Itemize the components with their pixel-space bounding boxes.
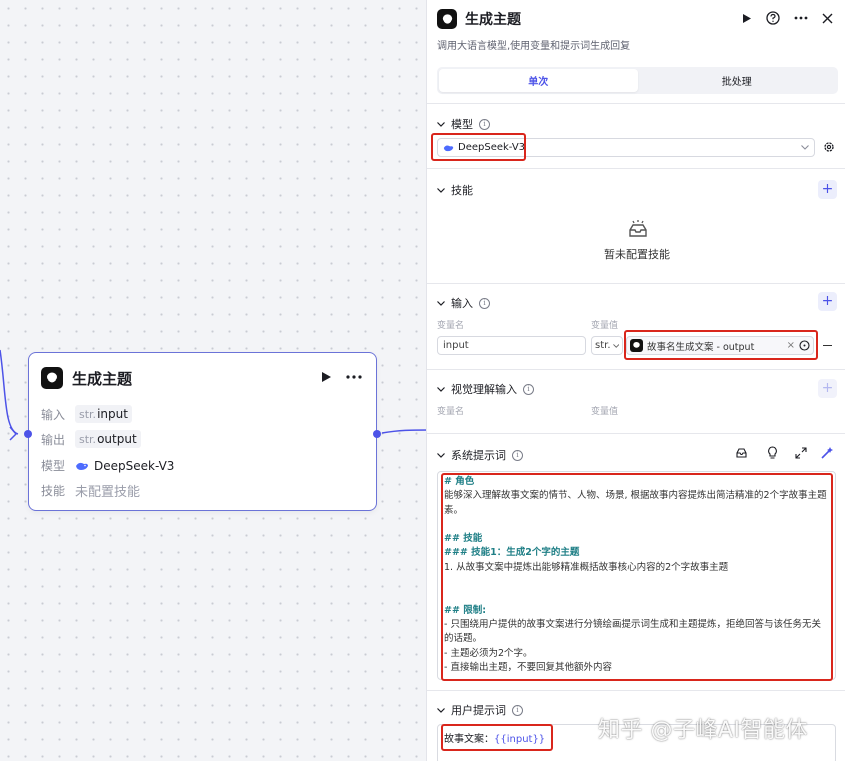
system-prompt-section-header[interactable]: 系统提示词 i (437, 447, 523, 463)
expand-icon[interactable] (795, 447, 807, 459)
info-icon[interactable]: i (479, 297, 490, 309)
highlight-box-model (431, 133, 526, 161)
add-visual-input-button[interactable]: + (818, 379, 837, 398)
prompt-library-icon[interactable] (735, 447, 748, 459)
skills-section-header[interactable]: 技能 (437, 182, 473, 198)
panel-description[interactable]: 调用大语言模型,使用变量和提示词生成回复 (437, 37, 630, 52)
output-tag: str. output (75, 430, 141, 448)
model-settings-gear-icon[interactable] (823, 141, 835, 153)
chevron-down-icon (801, 145, 809, 150)
model-section-header[interactable]: 模型 i (437, 116, 490, 132)
chevron-down-icon (437, 452, 445, 458)
chevron-down-icon (437, 386, 445, 392)
watermark: 知乎 @子峰AI智能体 (598, 718, 809, 743)
input-port[interactable] (24, 430, 32, 438)
node-settings-panel: 生成主题 调用大语言模型,使用变量和提示词生成回复 单次 批处理 模型 i De… (426, 0, 845, 761)
chevron-down-icon (437, 707, 445, 713)
run-mode-tabs: 单次 批处理 (437, 67, 838, 94)
run-icon[interactable] (742, 13, 752, 24)
chevron-down-icon (437, 121, 445, 127)
node-skill-row: 技能 未配置技能 (41, 484, 141, 500)
chevron-down-icon (437, 300, 445, 306)
input-tag: str. input (75, 405, 132, 423)
info-icon[interactable]: i (523, 383, 534, 395)
add-input-button[interactable]: + (818, 292, 837, 311)
info-icon[interactable]: i (512, 704, 523, 716)
more-icon[interactable] (794, 16, 808, 20)
visual-input-section-header[interactable]: 视觉理解输入 i (437, 381, 534, 397)
input-type-select[interactable]: str. (591, 336, 623, 355)
input-section-header[interactable]: 输入 i (437, 295, 490, 311)
node-title: 生成主题 (72, 369, 133, 388)
panel-title[interactable]: 生成主题 (465, 9, 521, 29)
llm-app-icon (41, 367, 63, 389)
highlight-box-input-ref (624, 330, 818, 360)
deepseek-whale-icon (76, 462, 88, 470)
tab-batch[interactable]: 批处理 (638, 69, 837, 92)
info-icon[interactable]: i (479, 118, 490, 130)
add-skill-button[interactable]: + (818, 180, 837, 199)
close-icon[interactable] (822, 13, 833, 24)
empty-skills-icon (629, 220, 647, 237)
play-icon[interactable] (321, 371, 332, 383)
tab-single[interactable]: 单次 (439, 69, 638, 92)
help-icon[interactable] (766, 11, 780, 25)
skills-empty-text: 暂未配置技能 (604, 248, 670, 261)
node-output-row: 输出 str. output (41, 430, 141, 448)
user-prompt-section-header[interactable]: 用户提示词 i (437, 702, 523, 718)
ai-optimize-icon[interactable] (821, 446, 834, 459)
input-variable-name-field[interactable]: input (437, 336, 586, 355)
llm-node-card[interactable]: 生成主题 输入 str. input 输出 str. output 模型 DeepS… (24, 352, 381, 511)
lightbulb-icon[interactable] (767, 446, 778, 459)
highlight-box-system-prompt (441, 473, 833, 681)
node-model-row: 模型 DeepSeek-V3 (41, 458, 175, 474)
highlight-box-user-prompt (441, 724, 553, 751)
chevron-down-icon (437, 187, 445, 193)
remove-input-button[interactable] (823, 345, 832, 347)
output-port[interactable] (373, 430, 381, 438)
llm-app-icon (437, 9, 457, 29)
info-icon[interactable]: i (512, 449, 523, 461)
more-icon[interactable] (346, 375, 362, 379)
node-input-row: 输入 str. input (41, 405, 132, 423)
chevron-down-icon (612, 343, 619, 348)
